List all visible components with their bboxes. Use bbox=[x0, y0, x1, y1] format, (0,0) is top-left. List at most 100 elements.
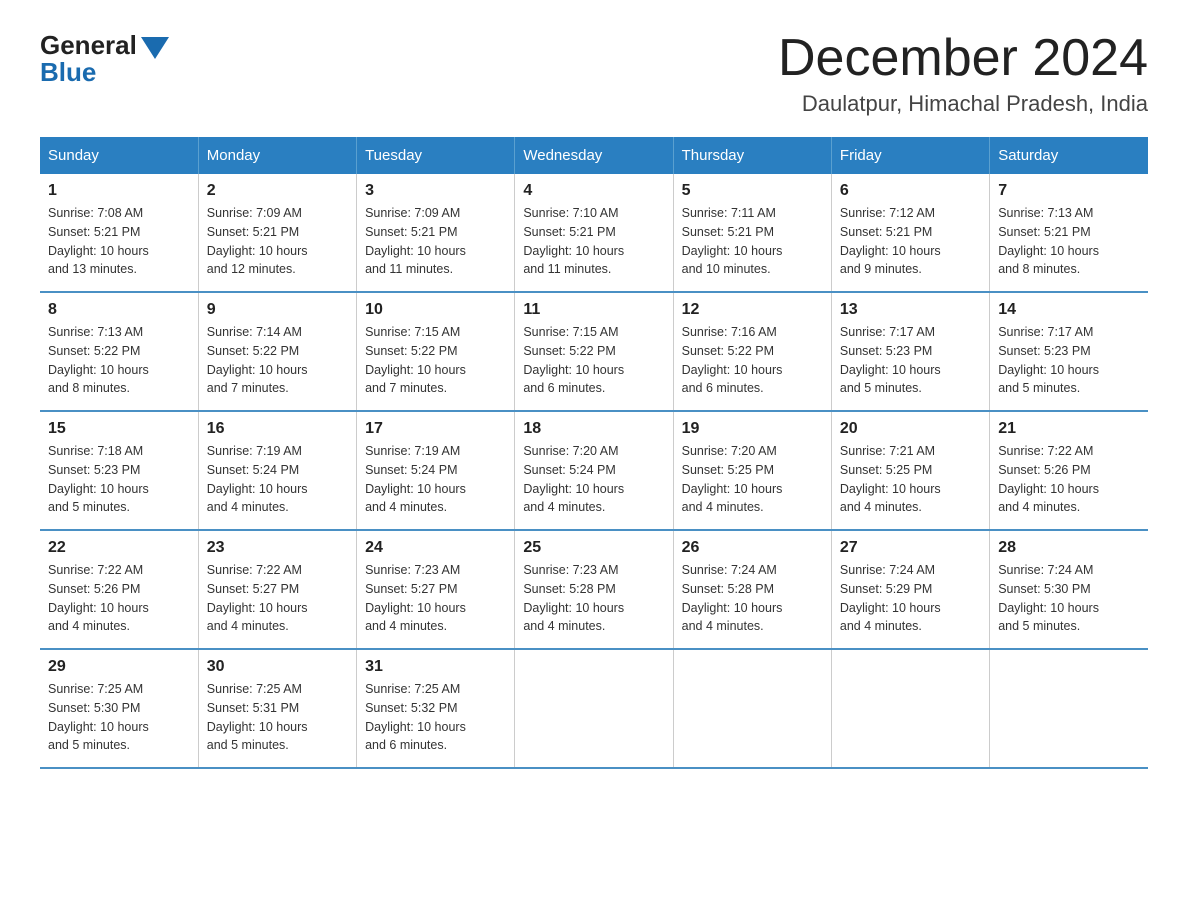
day-number: 27 bbox=[840, 539, 981, 557]
calendar-cell: 5 Sunrise: 7:11 AM Sunset: 5:21 PM Daylig… bbox=[673, 174, 831, 292]
day-number: 19 bbox=[682, 420, 823, 438]
day-number: 15 bbox=[48, 420, 190, 438]
calendar-title: December 2024 bbox=[778, 30, 1148, 87]
calendar-cell: 25 Sunrise: 7:23 AM Sunset: 5:28 PM Dayli… bbox=[515, 530, 673, 649]
day-info: Sunrise: 7:09 AM Sunset: 5:21 PM Dayligh… bbox=[365, 204, 506, 279]
calendar-cell: 1 Sunrise: 7:08 AM Sunset: 5:21 PM Daylig… bbox=[40, 174, 198, 292]
day-number: 7 bbox=[998, 182, 1140, 200]
weekday-header-thursday: Thursday bbox=[673, 137, 831, 174]
calendar-cell bbox=[990, 649, 1148, 768]
calendar-week-row: 29 Sunrise: 7:25 AM Sunset: 5:30 PM Dayli… bbox=[40, 649, 1148, 768]
day-number: 5 bbox=[682, 182, 823, 200]
day-info: Sunrise: 7:24 AM Sunset: 5:29 PM Dayligh… bbox=[840, 561, 981, 636]
logo-blue-text: Blue bbox=[40, 57, 96, 88]
calendar-cell: 7 Sunrise: 7:13 AM Sunset: 5:21 PM Daylig… bbox=[990, 174, 1148, 292]
day-number: 21 bbox=[998, 420, 1140, 438]
calendar-cell: 21 Sunrise: 7:22 AM Sunset: 5:26 PM Dayli… bbox=[990, 411, 1148, 530]
calendar-cell: 20Sunrise: 7:21 AM Sunset: 5:25 PM Dayli… bbox=[831, 411, 989, 530]
logo-triangle-icon bbox=[141, 37, 169, 59]
calendar-week-row: 8 Sunrise: 7:13 AM Sunset: 5:22 PM Daylig… bbox=[40, 292, 1148, 411]
calendar-week-row: 1 Sunrise: 7:08 AM Sunset: 5:21 PM Daylig… bbox=[40, 174, 1148, 292]
calendar-cell: 31 Sunrise: 7:25 AM Sunset: 5:32 PM Dayli… bbox=[357, 649, 515, 768]
day-number: 31 bbox=[365, 658, 506, 676]
day-number: 1 bbox=[48, 182, 190, 200]
day-info: Sunrise: 7:11 AM Sunset: 5:21 PM Dayligh… bbox=[682, 204, 823, 279]
day-number: 3 bbox=[365, 182, 506, 200]
calendar-cell: 13 Sunrise: 7:17 AM Sunset: 5:23 PM Dayli… bbox=[831, 292, 989, 411]
day-number: 12 bbox=[682, 301, 823, 319]
day-number: 8 bbox=[48, 301, 190, 319]
day-number: 20 bbox=[840, 420, 981, 438]
calendar-cell: 27 Sunrise: 7:24 AM Sunset: 5:29 PM Dayli… bbox=[831, 530, 989, 649]
calendar-cell: 8 Sunrise: 7:13 AM Sunset: 5:22 PM Daylig… bbox=[40, 292, 198, 411]
weekday-header-monday: Monday bbox=[198, 137, 356, 174]
day-number: 30 bbox=[207, 658, 348, 676]
day-number: 29 bbox=[48, 658, 190, 676]
day-number: 28 bbox=[998, 539, 1140, 557]
day-info: Sunrise: 7:23 AM Sunset: 5:27 PM Dayligh… bbox=[365, 561, 506, 636]
day-info: Sunrise: 7:25 AM Sunset: 5:31 PM Dayligh… bbox=[207, 680, 348, 755]
day-info: Sunrise: 7:25 AM Sunset: 5:30 PM Dayligh… bbox=[48, 680, 190, 755]
calendar-cell: 16Sunrise: 7:19 AM Sunset: 5:24 PM Dayli… bbox=[198, 411, 356, 530]
calendar-cell: 2Sunrise: 7:09 AM Sunset: 5:21 PM Daylig… bbox=[198, 174, 356, 292]
day-info: Sunrise: 7:16 AM Sunset: 5:22 PM Dayligh… bbox=[682, 323, 823, 398]
day-info: Sunrise: 7:08 AM Sunset: 5:21 PM Dayligh… bbox=[48, 204, 190, 279]
day-info: Sunrise: 7:23 AM Sunset: 5:28 PM Dayligh… bbox=[523, 561, 664, 636]
day-number: 2 bbox=[207, 182, 348, 200]
calendar-cell: 10Sunrise: 7:15 AM Sunset: 5:22 PM Dayli… bbox=[357, 292, 515, 411]
day-number: 14 bbox=[998, 301, 1140, 319]
calendar-cell: 26 Sunrise: 7:24 AM Sunset: 5:28 PM Dayli… bbox=[673, 530, 831, 649]
day-number: 26 bbox=[682, 539, 823, 557]
day-info: Sunrise: 7:22 AM Sunset: 5:26 PM Dayligh… bbox=[48, 561, 190, 636]
day-number: 10 bbox=[365, 301, 506, 319]
calendar-cell: 30 Sunrise: 7:25 AM Sunset: 5:31 PM Dayli… bbox=[198, 649, 356, 768]
day-number: 13 bbox=[840, 301, 981, 319]
day-info: Sunrise: 7:14 AM Sunset: 5:22 PM Dayligh… bbox=[207, 323, 348, 398]
day-info: Sunrise: 7:24 AM Sunset: 5:28 PM Dayligh… bbox=[682, 561, 823, 636]
calendar-cell: 28 Sunrise: 7:24 AM Sunset: 5:30 PM Dayli… bbox=[990, 530, 1148, 649]
day-info: Sunrise: 7:15 AM Sunset: 5:22 PM Dayligh… bbox=[523, 323, 664, 398]
calendar-cell: 12 Sunrise: 7:16 AM Sunset: 5:22 PM Dayli… bbox=[673, 292, 831, 411]
day-info: Sunrise: 7:18 AM Sunset: 5:23 PM Dayligh… bbox=[48, 442, 190, 517]
weekday-header-sunday: Sunday bbox=[40, 137, 198, 174]
calendar-cell: 6Sunrise: 7:12 AM Sunset: 5:21 PM Daylig… bbox=[831, 174, 989, 292]
day-info: Sunrise: 7:10 AM Sunset: 5:21 PM Dayligh… bbox=[523, 204, 664, 279]
weekday-header-friday: Friday bbox=[831, 137, 989, 174]
weekday-header-saturday: Saturday bbox=[990, 137, 1148, 174]
day-info: Sunrise: 7:20 AM Sunset: 5:24 PM Dayligh… bbox=[523, 442, 664, 517]
day-number: 4 bbox=[523, 182, 664, 200]
day-number: 25 bbox=[523, 539, 664, 557]
calendar-cell bbox=[515, 649, 673, 768]
day-number: 6 bbox=[840, 182, 981, 200]
day-info: Sunrise: 7:22 AM Sunset: 5:26 PM Dayligh… bbox=[998, 442, 1140, 517]
calendar-cell: 19 Sunrise: 7:20 AM Sunset: 5:25 PM Dayli… bbox=[673, 411, 831, 530]
calendar-cell: 15 Sunrise: 7:18 AM Sunset: 5:23 PM Dayli… bbox=[40, 411, 198, 530]
day-info: Sunrise: 7:22 AM Sunset: 5:27 PM Dayligh… bbox=[207, 561, 348, 636]
day-info: Sunrise: 7:17 AM Sunset: 5:23 PM Dayligh… bbox=[840, 323, 981, 398]
day-info: Sunrise: 7:19 AM Sunset: 5:24 PM Dayligh… bbox=[207, 442, 348, 517]
calendar-cell bbox=[673, 649, 831, 768]
calendar-cell bbox=[831, 649, 989, 768]
title-block: December 2024 Daulatpur, Himachal Prades… bbox=[778, 30, 1148, 117]
calendar-cell: 29 Sunrise: 7:25 AM Sunset: 5:30 PM Dayli… bbox=[40, 649, 198, 768]
day-info: Sunrise: 7:19 AM Sunset: 5:24 PM Dayligh… bbox=[365, 442, 506, 517]
calendar-cell: 3 Sunrise: 7:09 AM Sunset: 5:21 PM Daylig… bbox=[357, 174, 515, 292]
calendar-subtitle: Daulatpur, Himachal Pradesh, India bbox=[778, 91, 1148, 117]
day-number: 17 bbox=[365, 420, 506, 438]
day-number: 9 bbox=[207, 301, 348, 319]
day-number: 18 bbox=[523, 420, 664, 438]
calendar-table: SundayMondayTuesdayWednesdayThursdayFrid… bbox=[40, 137, 1148, 769]
day-info: Sunrise: 7:25 AM Sunset: 5:32 PM Dayligh… bbox=[365, 680, 506, 755]
calendar-cell: 4 Sunrise: 7:10 AM Sunset: 5:21 PM Daylig… bbox=[515, 174, 673, 292]
day-number: 11 bbox=[523, 301, 664, 319]
calendar-week-row: 15 Sunrise: 7:18 AM Sunset: 5:23 PM Dayli… bbox=[40, 411, 1148, 530]
day-info: Sunrise: 7:13 AM Sunset: 5:21 PM Dayligh… bbox=[998, 204, 1140, 279]
day-info: Sunrise: 7:20 AM Sunset: 5:25 PM Dayligh… bbox=[682, 442, 823, 517]
calendar-cell: 14 Sunrise: 7:17 AM Sunset: 5:23 PM Dayli… bbox=[990, 292, 1148, 411]
day-info: Sunrise: 7:17 AM Sunset: 5:23 PM Dayligh… bbox=[998, 323, 1140, 398]
weekday-header-row: SundayMondayTuesdayWednesdayThursdayFrid… bbox=[40, 137, 1148, 174]
weekday-header-wednesday: Wednesday bbox=[515, 137, 673, 174]
day-info: Sunrise: 7:13 AM Sunset: 5:22 PM Dayligh… bbox=[48, 323, 190, 398]
day-info: Sunrise: 7:24 AM Sunset: 5:30 PM Dayligh… bbox=[998, 561, 1140, 636]
calendar-cell: 22Sunrise: 7:22 AM Sunset: 5:26 PM Dayli… bbox=[40, 530, 198, 649]
